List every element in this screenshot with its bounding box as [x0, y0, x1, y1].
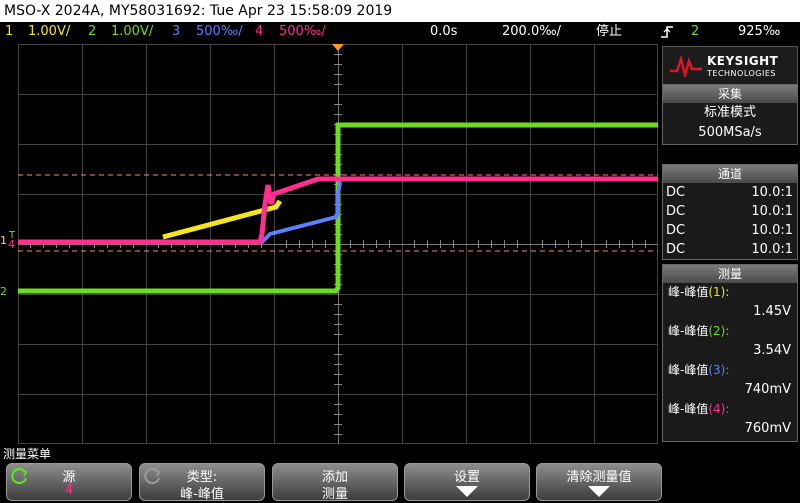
add-softkey-value: 测量	[321, 487, 348, 502]
settings-softkey[interactable]: 设置	[404, 463, 530, 501]
channel-row-2: DC 10.0:1	[666, 204, 793, 219]
channel-row-4: DC 10.0:1	[666, 242, 793, 257]
sample-rate: 500MSa/s	[698, 125, 762, 140]
ch4-number[interactable]: 4	[255, 22, 263, 42]
submenu-arrow-icon	[456, 486, 478, 497]
source-softkey[interactable]: 源 4	[6, 463, 132, 501]
softkey-menu-title: 测量菜单	[3, 447, 52, 461]
add-measurement-softkey[interactable]: 添加 测量	[272, 463, 398, 502]
timebase-scale[interactable]: 200.0‰/	[502, 22, 561, 42]
channel-row-3: DC 10.0:1	[666, 223, 793, 238]
ch3-scale[interactable]: 500‰/	[196, 22, 243, 42]
trigger-edge-icon[interactable]	[660, 25, 674, 46]
type-softkey-value: 峰-峰值	[180, 487, 224, 502]
clear-measurements-softkey[interactable]: 清除测量值	[536, 463, 662, 501]
ch3-number[interactable]: 3	[172, 22, 180, 42]
ch1-number[interactable]: 1	[5, 22, 13, 42]
acquisition-panel[interactable]: 采集 标准模式 500MSa/s	[662, 84, 798, 145]
keysight-wave-icon	[670, 55, 702, 77]
type-softkey[interactable]: 类型: 峰-峰值	[139, 463, 265, 502]
acquisition-mode: 标准模式	[703, 105, 756, 120]
ch4-scale[interactable]: 500‰/	[279, 22, 326, 42]
measurement-label-1: 峰-峰值(1):	[668, 285, 730, 299]
time-delay[interactable]: 0.0s	[430, 22, 457, 42]
keysight-logo: KEYSIGHT TECHNOLOGIES	[662, 46, 798, 86]
trigger-level[interactable]: 925‰	[738, 22, 780, 42]
trigger-level-marker[interactable]: T	[9, 230, 15, 241]
measurement-label-3: 峰-峰值(3):	[668, 363, 730, 377]
channel-status-bar: 1 1.00V/ 2 1.00V/ 3 500‰/ 4 500‰/ 0.0s 2…	[0, 22, 800, 42]
source-softkey-value: 4	[64, 483, 74, 498]
window-title: MSO-X 2024A, MY58031692: Tue Apr 23 15:5…	[0, 0, 800, 22]
measurement-value-4: 760mV	[744, 421, 791, 436]
waveform-display[interactable]	[18, 44, 658, 444]
trigger-source[interactable]: 2	[691, 22, 699, 42]
measurement-label-2: 峰-峰值(2):	[668, 324, 730, 338]
measurement-value-3: 740mV	[744, 382, 791, 397]
trigger-position-marker	[332, 44, 344, 51]
measurement-panel[interactable]: 测量 峰-峰值(1): 1.45V 峰-峰值(2): 3.54V 峰-峰值(3)…	[662, 264, 798, 442]
channel-row-1: DC 10.0:1	[666, 185, 793, 200]
ch1-scale[interactable]: 1.00V/	[28, 22, 70, 42]
settings-softkey-label: 设置	[453, 470, 480, 485]
side-panel: KEYSIGHT TECHNOLOGIES 采集 标准模式 500MSa/s 通…	[660, 44, 800, 444]
waveform-graticule	[18, 44, 658, 444]
ch2-scale[interactable]: 1.00V/	[111, 22, 153, 42]
ch2-ground-marker[interactable]: 2	[0, 285, 7, 298]
measurement-label-4: 峰-峰值(4):	[668, 402, 730, 416]
ch2-number[interactable]: 2	[88, 22, 96, 42]
ch1-ground-marker[interactable]: 1	[0, 234, 7, 247]
acquisition-header: 采集	[663, 85, 797, 103]
measurement-value-1: 1.45V	[753, 304, 791, 319]
run-state[interactable]: 停止	[596, 22, 622, 42]
clear-softkey-label: 清除测量值	[566, 470, 632, 485]
channel-header: 通道	[663, 165, 797, 183]
submenu-arrow-icon	[588, 486, 610, 497]
channel-panel[interactable]: 通道 DC 10.0:1 DC 10.0:1 DC 10.0:1 DC 10.0:1	[662, 164, 798, 260]
measurement-header: 测量	[663, 265, 797, 283]
measurement-value-2: 3.54V	[753, 343, 791, 358]
